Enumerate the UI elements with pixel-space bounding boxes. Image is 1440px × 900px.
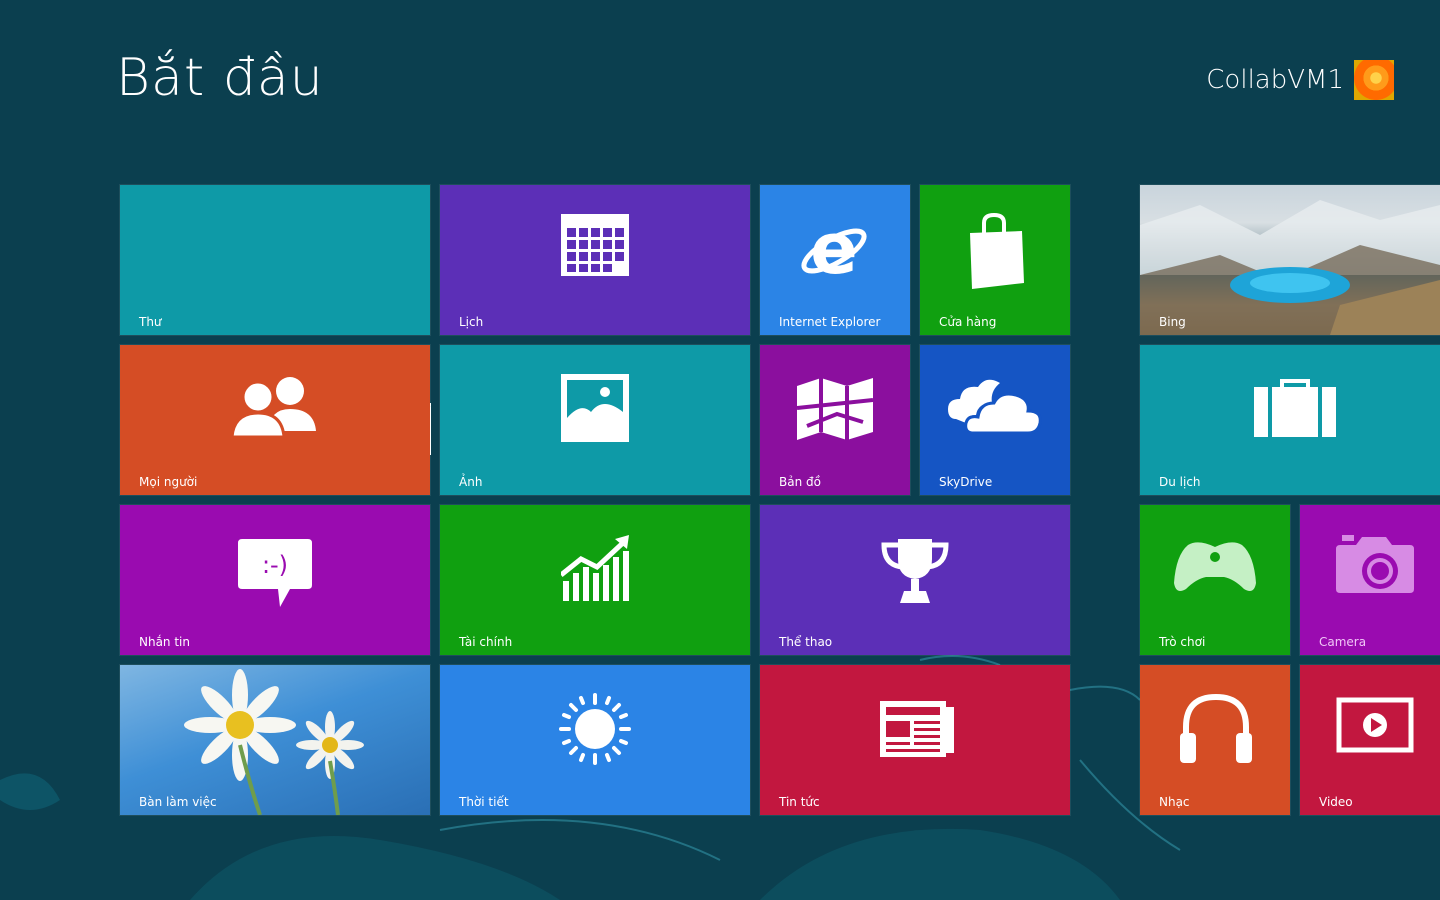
tile-label: Tài chính: [459, 635, 513, 649]
tile-photos[interactable]: Ảnh: [439, 344, 751, 496]
tile-label: Internet Explorer: [779, 315, 881, 329]
tile-calendar[interactable]: Lịch: [439, 184, 751, 336]
tile-label: Ảnh: [459, 475, 483, 489]
tile-label: Bàn làm việc: [139, 795, 217, 809]
video-play-icon: [1336, 697, 1414, 753]
shopping-bag-icon: [970, 213, 1024, 289]
tile-people[interactable]: Mọi người: [119, 344, 431, 496]
tile-maps[interactable]: Bản đồ: [759, 344, 911, 496]
tile-mail[interactable]: Thư: [119, 184, 431, 455]
tile-label: Camera: [1319, 635, 1367, 649]
tile-label: Thời tiết: [459, 795, 509, 809]
tile-games[interactable]: Trò chơi: [1139, 504, 1291, 656]
tile-store[interactable]: Cửa hàng: [919, 184, 1071, 336]
calendar-icon: [561, 214, 629, 276]
suitcase-icon: [1254, 379, 1336, 437]
tile-news[interactable]: Tin tức: [759, 664, 1071, 816]
tile-internet-explorer[interactable]: e Internet Explorer: [759, 184, 911, 336]
tile-messaging[interactable]: :-) Nhắn tin: [119, 504, 431, 656]
tile-travel[interactable]: Du lịch: [1139, 344, 1440, 496]
tile-label: Du lịch: [1159, 475, 1201, 489]
internet-explorer-icon: e: [801, 211, 867, 283]
tile-label: Bing: [1159, 315, 1186, 329]
user-avatar: [1354, 60, 1394, 100]
tile-label: Trò chơi: [1159, 635, 1206, 649]
game-controller-icon: [1174, 542, 1256, 591]
tile-label: Nhắn tin: [139, 635, 190, 649]
tile-finance[interactable]: Tài chính: [439, 504, 751, 656]
tile-desktop[interactable]: Bàn làm việc: [119, 664, 431, 816]
tile-skydrive[interactable]: SkyDrive: [919, 344, 1071, 496]
svg-text:e: e: [810, 211, 857, 283]
daisy-flowers-image: [184, 669, 364, 815]
tile-label: Bản đồ: [779, 475, 821, 489]
page-title: Bắt đầu: [116, 48, 324, 108]
tile-sports[interactable]: Thể thao: [759, 504, 1071, 656]
tile-music[interactable]: Nhạc: [1139, 664, 1291, 816]
user-account[interactable]: CollabVM1: [1206, 58, 1394, 102]
photo-icon: [561, 374, 629, 442]
tile-label: Thể thao: [779, 635, 833, 649]
cloud-icon: [948, 379, 1042, 435]
tile-video[interactable]: Video: [1299, 664, 1440, 816]
tile-label: Thư: [139, 315, 162, 329]
finance-chart-icon: [561, 535, 629, 601]
message-bubble-icon: :-): [238, 539, 312, 607]
headphones-icon: [1180, 693, 1252, 763]
tile-label: SkyDrive: [939, 475, 993, 489]
tile-weather[interactable]: Thời tiết: [439, 664, 751, 816]
svg-text::-): :-): [262, 551, 288, 579]
tile-label: Tin tức: [779, 795, 820, 809]
camera-icon: [1336, 535, 1414, 593]
sun-icon: [559, 693, 631, 765]
tile-label: Lịch: [459, 315, 484, 329]
tile-label: Mọi người: [139, 475, 198, 489]
tile-label: Video: [1319, 795, 1353, 809]
tile-label: Cửa hàng: [939, 315, 997, 329]
map-icon: [797, 378, 873, 440]
tile-bing[interactable]: Bing: [1139, 184, 1440, 336]
user-name: CollabVM1: [1206, 65, 1344, 95]
newspaper-icon: [880, 701, 954, 757]
tile-label: Nhạc: [1159, 795, 1190, 809]
trophy-icon: [881, 539, 949, 603]
landscape-image: [1140, 200, 1440, 335]
tile-camera[interactable]: Camera: [1299, 504, 1440, 656]
people-icon: [232, 377, 316, 437]
